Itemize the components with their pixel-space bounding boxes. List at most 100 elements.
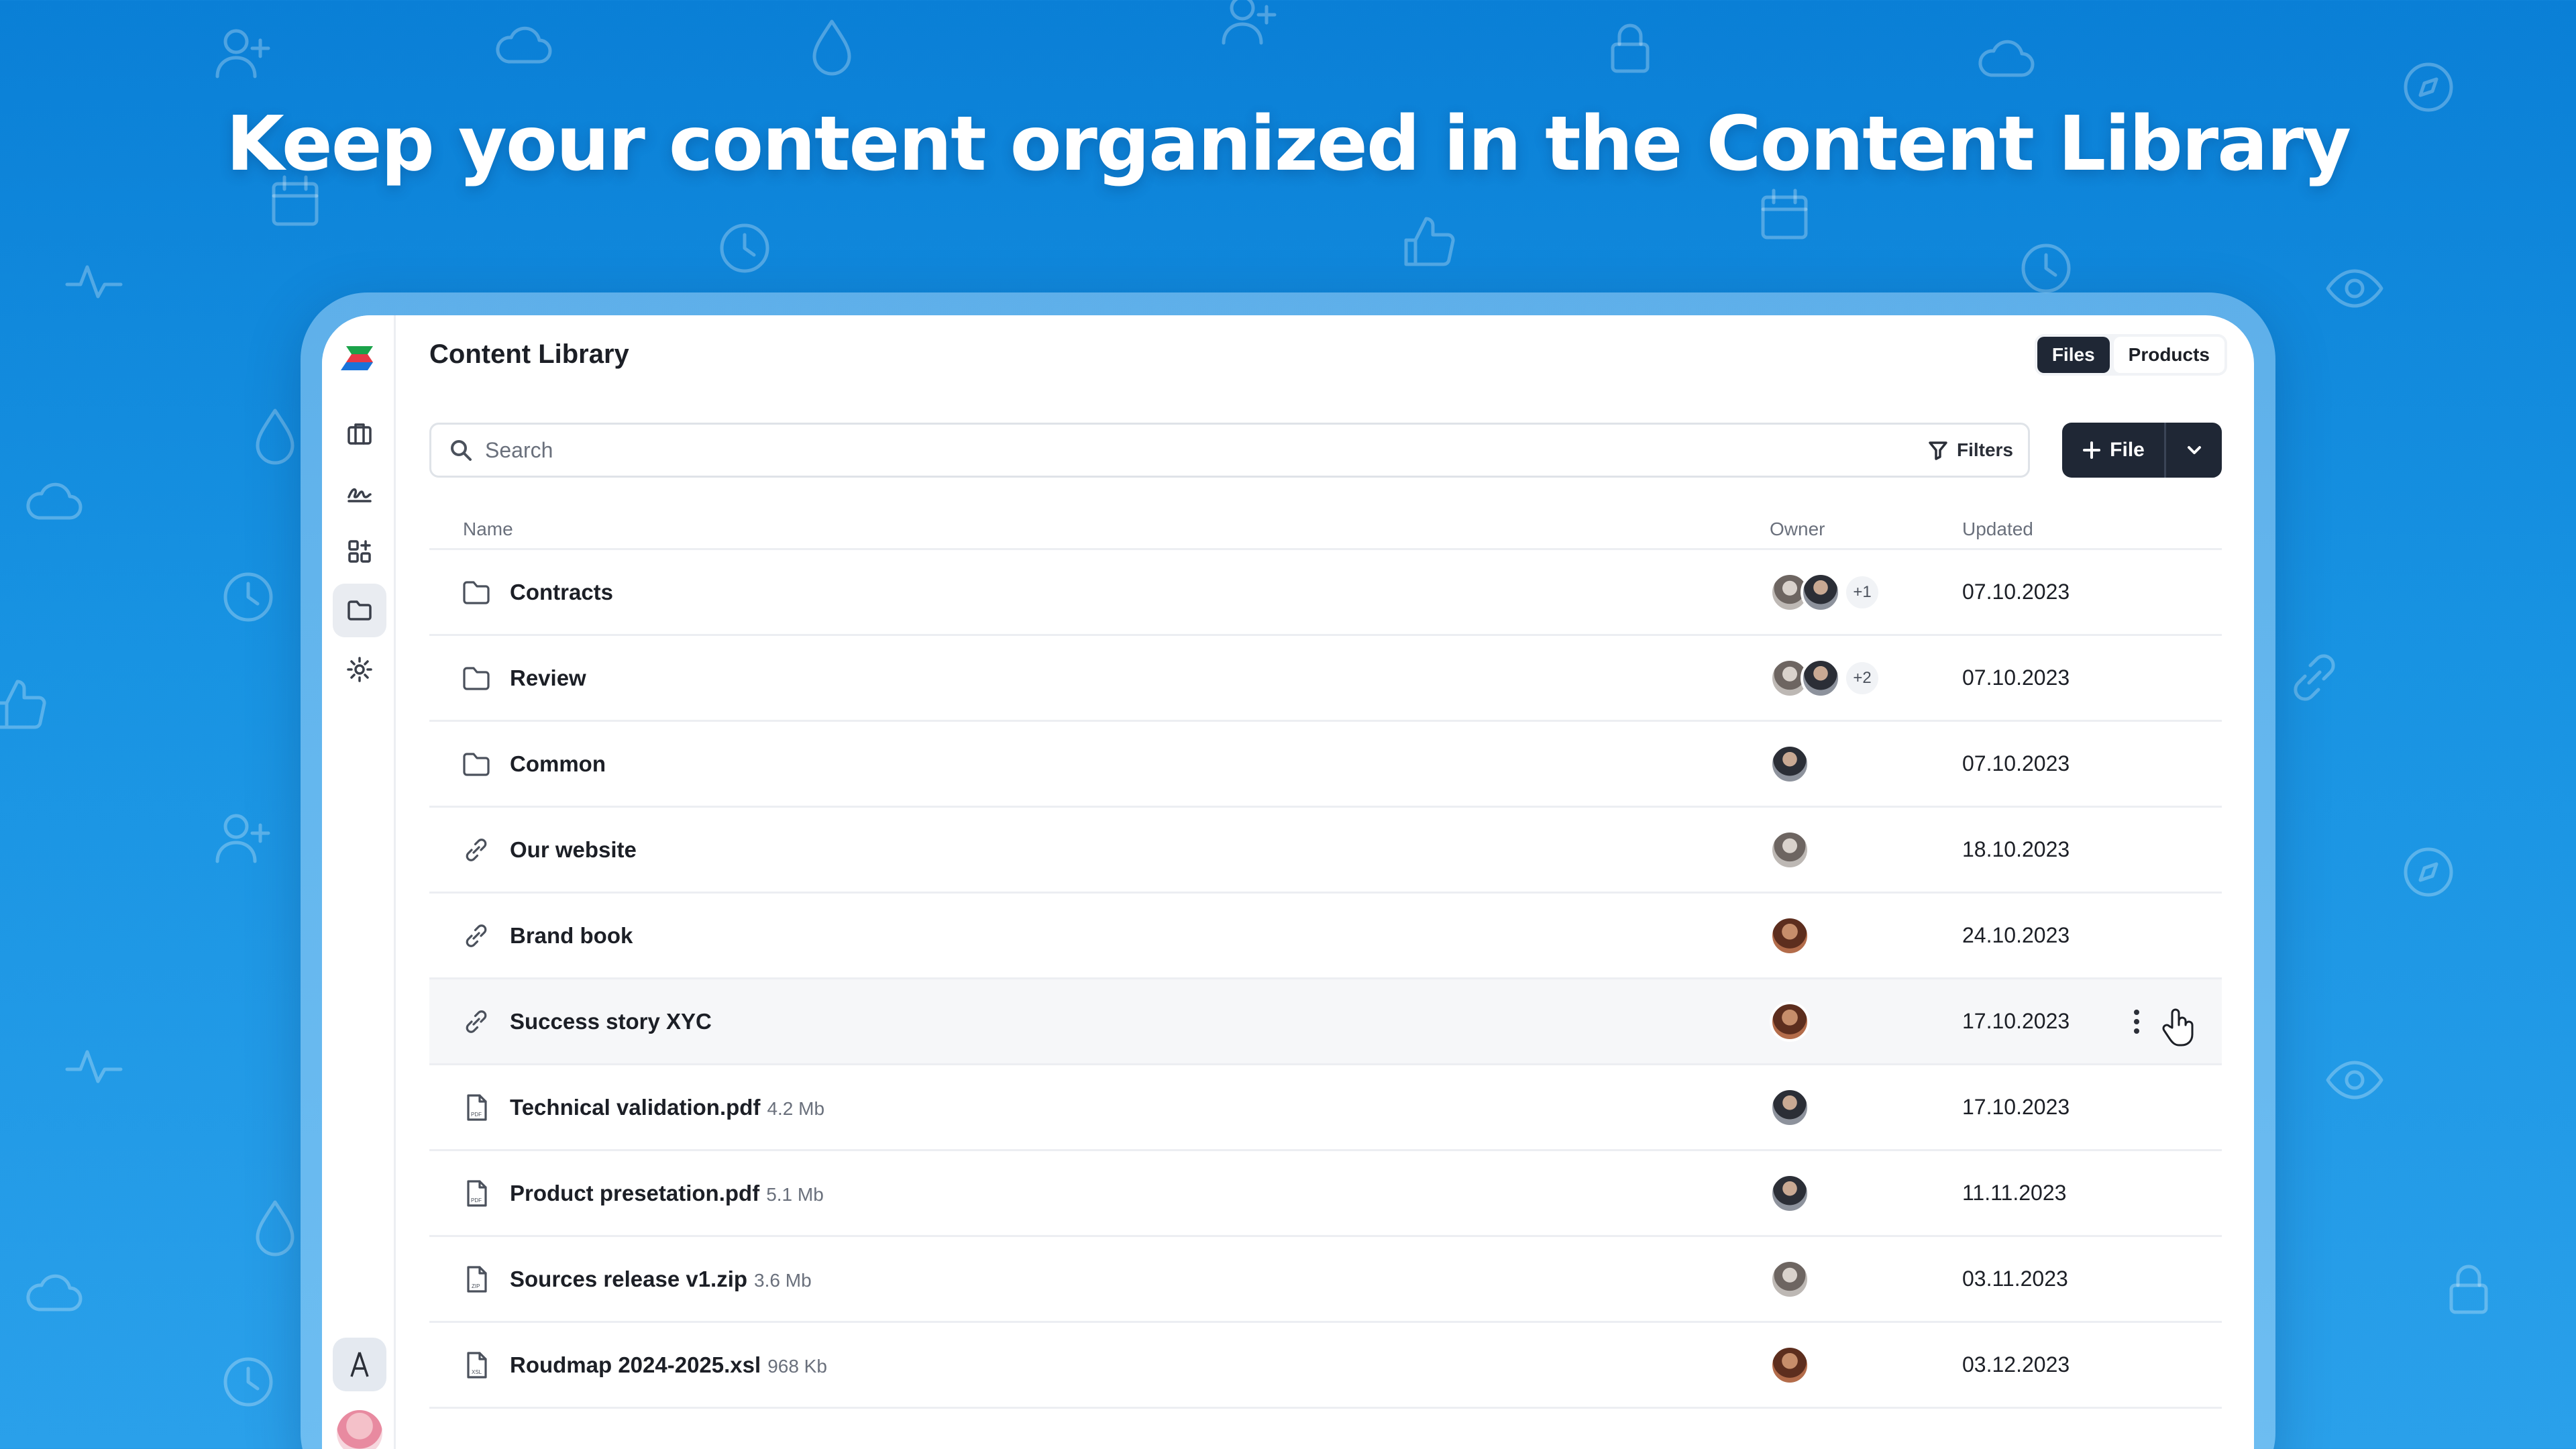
hand-cursor-icon xyxy=(2160,1008,2198,1048)
link-icon xyxy=(460,1006,492,1038)
item-name[interactable]: Technical validation.pdf 4.2 Mb xyxy=(510,1095,824,1120)
table-row[interactable]: PDF Product presetation.pdf 5.1 Mb 11.11.20… xyxy=(429,1151,2222,1237)
table-row[interactable]: Contracts +1 07.10.2023 xyxy=(429,550,2222,636)
file-size: 3.6 Mb xyxy=(754,1269,812,1291)
item-name[interactable]: Roudmap 2024-2025.xsl 968 Kb xyxy=(510,1352,827,1378)
updated-date: 03.12.2023 xyxy=(1962,1352,2070,1377)
user-plus-icon xyxy=(1222,0,1277,45)
avatar xyxy=(1770,915,1810,956)
owner-avatars[interactable] xyxy=(1770,915,1810,956)
row-more-menu[interactable] xyxy=(2120,1002,2153,1042)
table-body: Contracts +1 07.10.2023 Review +2 07.10.2023 C… xyxy=(429,550,2222,1409)
updated-date: 07.10.2023 xyxy=(1962,751,2070,775)
table-header: Name Owner Updated xyxy=(429,510,2222,550)
user-plus-icon xyxy=(215,814,270,863)
extra-owners-badge: +2 xyxy=(1843,659,1881,697)
extra-owners-badge: +1 xyxy=(1843,573,1881,611)
link-icon xyxy=(460,920,492,952)
add-file-dropdown[interactable] xyxy=(2164,423,2222,478)
launch-button[interactable] xyxy=(333,1338,386,1391)
table-row[interactable]: Common 07.10.2023 xyxy=(429,722,2222,808)
item-name[interactable]: Brand book xyxy=(510,923,633,949)
cloud-icon xyxy=(1978,40,2035,77)
owner-avatars[interactable] xyxy=(1770,1344,1810,1385)
app-logo-icon[interactable] xyxy=(341,339,378,377)
pdf-file-icon: PDF xyxy=(460,1177,492,1210)
owner-avatars[interactable] xyxy=(1770,1173,1810,1214)
avatar xyxy=(1770,743,1810,784)
user-plus-icon xyxy=(215,29,270,78)
sidebar-item-signature[interactable] xyxy=(333,466,386,519)
search-input[interactable] xyxy=(485,437,1927,463)
user-avatar[interactable] xyxy=(337,1410,382,1449)
item-name-text: Roudmap 2024-2025.xsl xyxy=(510,1352,761,1377)
table-row[interactable]: Our website 18.10.2023 xyxy=(429,808,2222,894)
table-row[interactable]: ZIP Sources release v1.zip 3.6 Mb 03.11.202… xyxy=(429,1237,2222,1323)
column-name[interactable]: Name xyxy=(463,519,513,540)
clock-icon xyxy=(720,223,769,273)
tab-files[interactable]: Files xyxy=(2037,337,2110,373)
sidebar-item-apps[interactable] xyxy=(333,525,386,578)
table-row[interactable]: XSL Roudmap 2024-2025.xsl 968 Kb 03.12.2023 xyxy=(429,1323,2222,1409)
drop-icon xyxy=(812,19,851,76)
tab-products[interactable]: Products xyxy=(2113,337,2224,373)
owner-avatars[interactable] xyxy=(1770,1087,1810,1128)
item-name[interactable]: Contracts xyxy=(510,580,613,605)
updated-date: 24.10.2023 xyxy=(1962,923,2070,947)
file-size: 4.2 Mb xyxy=(767,1097,825,1119)
updated-date: 07.10.2023 xyxy=(1962,580,2070,604)
page-headline: Keep your content organized in the Conte… xyxy=(226,101,2351,188)
table-row[interactable]: Success story XYC 17.10.2023 xyxy=(429,979,2222,1065)
file-size: 968 Kb xyxy=(767,1355,827,1377)
sidebar-item-briefcase[interactable] xyxy=(333,407,386,460)
pulse-icon xyxy=(65,1050,123,1083)
drop-icon xyxy=(256,1200,294,1256)
thumbs-up-icon xyxy=(1404,217,1455,266)
owner-avatars[interactable]: +1 xyxy=(1770,572,1881,612)
pdf-file-icon: PDF xyxy=(460,1091,492,1124)
item-name[interactable]: Success story XYC xyxy=(510,1009,712,1034)
owner-avatars[interactable] xyxy=(1770,743,1810,784)
owner-avatars[interactable]: +2 xyxy=(1770,657,1881,698)
svg-text:XSL: XSL xyxy=(472,1369,482,1375)
file-size: 5.1 Mb xyxy=(766,1183,824,1205)
item-name-text: Sources release v1.zip xyxy=(510,1266,748,1291)
item-name[interactable]: Review xyxy=(510,665,586,691)
column-updated[interactable]: Updated xyxy=(1962,519,2033,540)
chevron-down-icon xyxy=(2187,446,2201,454)
filters-button[interactable]: Filters xyxy=(1927,439,2013,461)
item-name-text: Contracts xyxy=(510,579,614,604)
apps-icon xyxy=(348,540,371,563)
item-name[interactable]: Common xyxy=(510,751,606,777)
item-name[interactable]: Sources release v1.zip 3.6 Mb xyxy=(510,1267,812,1292)
filter-icon xyxy=(1929,441,1947,460)
avatar xyxy=(1770,1258,1810,1299)
column-owner[interactable]: Owner xyxy=(1770,519,1825,540)
zip-file-icon: ZIP xyxy=(460,1263,492,1295)
sidebar-item-settings[interactable] xyxy=(333,643,386,696)
clock-icon xyxy=(2021,244,2071,293)
add-file-button[interactable]: File xyxy=(2062,423,2164,478)
avatar xyxy=(1770,1173,1810,1214)
owner-avatars[interactable] xyxy=(1770,1258,1810,1299)
eye-icon xyxy=(2326,1061,2383,1099)
signature-icon xyxy=(347,488,372,502)
avatar xyxy=(1770,1087,1810,1128)
sidebar xyxy=(322,315,396,1449)
app-window: Content Library Files Products Filters F… xyxy=(322,315,2254,1449)
owner-avatars[interactable] xyxy=(1770,1001,1810,1042)
thumbs-up-icon xyxy=(0,680,46,729)
filters-label: Filters xyxy=(1956,439,2013,460)
compass-icon xyxy=(2404,847,2453,897)
drop-icon xyxy=(256,409,294,465)
item-name[interactable]: Product presetation.pdf 5.1 Mb xyxy=(510,1181,824,1206)
table-row[interactable]: Review +2 07.10.2023 xyxy=(429,636,2222,722)
svg-text:PDF: PDF xyxy=(471,1112,482,1118)
briefcase-icon xyxy=(347,423,372,445)
owner-avatars[interactable] xyxy=(1770,829,1810,870)
item-name[interactable]: Our website xyxy=(510,837,637,863)
lock-icon xyxy=(2449,1265,2488,1314)
table-row[interactable]: Brand book 24.10.2023 xyxy=(429,894,2222,979)
sidebar-item-content-library[interactable] xyxy=(333,584,386,637)
table-row[interactable]: PDF Technical validation.pdf 4.2 Mb 17.10.2… xyxy=(429,1065,2222,1151)
